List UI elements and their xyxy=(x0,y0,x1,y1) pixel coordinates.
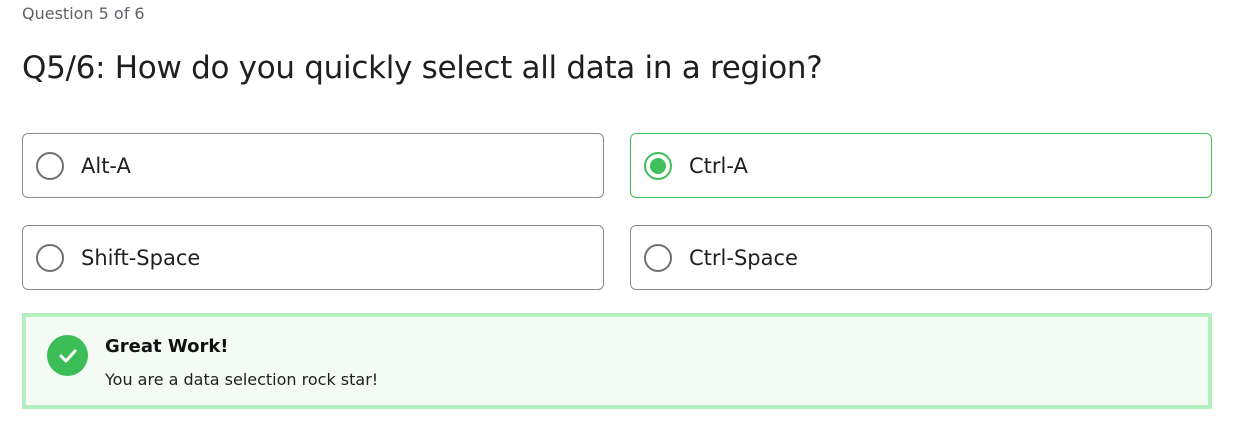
feedback-panel: Great Work! You are a data selection roc… xyxy=(22,313,1212,409)
answer-option-alt-a[interactable]: Alt-A xyxy=(22,133,604,198)
answer-option-shift-space[interactable]: Shift-Space xyxy=(22,225,604,290)
answer-option-ctrl-space[interactable]: Ctrl-Space xyxy=(630,225,1212,290)
answer-option-ctrl-a[interactable]: Ctrl-A xyxy=(630,133,1212,198)
check-circle-icon xyxy=(47,335,88,376)
answer-option-label: Shift-Space xyxy=(81,245,201,270)
answer-option-label: Alt-A xyxy=(81,153,131,178)
radio-button[interactable] xyxy=(36,151,64,180)
feedback-message: You are a data selection rock star! xyxy=(105,370,379,389)
radio-button-selected[interactable] xyxy=(644,151,672,180)
radio-button[interactable] xyxy=(644,243,672,272)
feedback-title: Great Work! xyxy=(105,336,229,357)
answer-option-label: Ctrl-Space xyxy=(689,245,798,270)
question-title: Q5/6: How do you quickly select all data… xyxy=(22,50,823,86)
question-progress-label: Question 5 of 6 xyxy=(22,4,145,23)
answer-option-label: Ctrl-A xyxy=(689,153,748,178)
radio-button[interactable] xyxy=(36,243,64,272)
